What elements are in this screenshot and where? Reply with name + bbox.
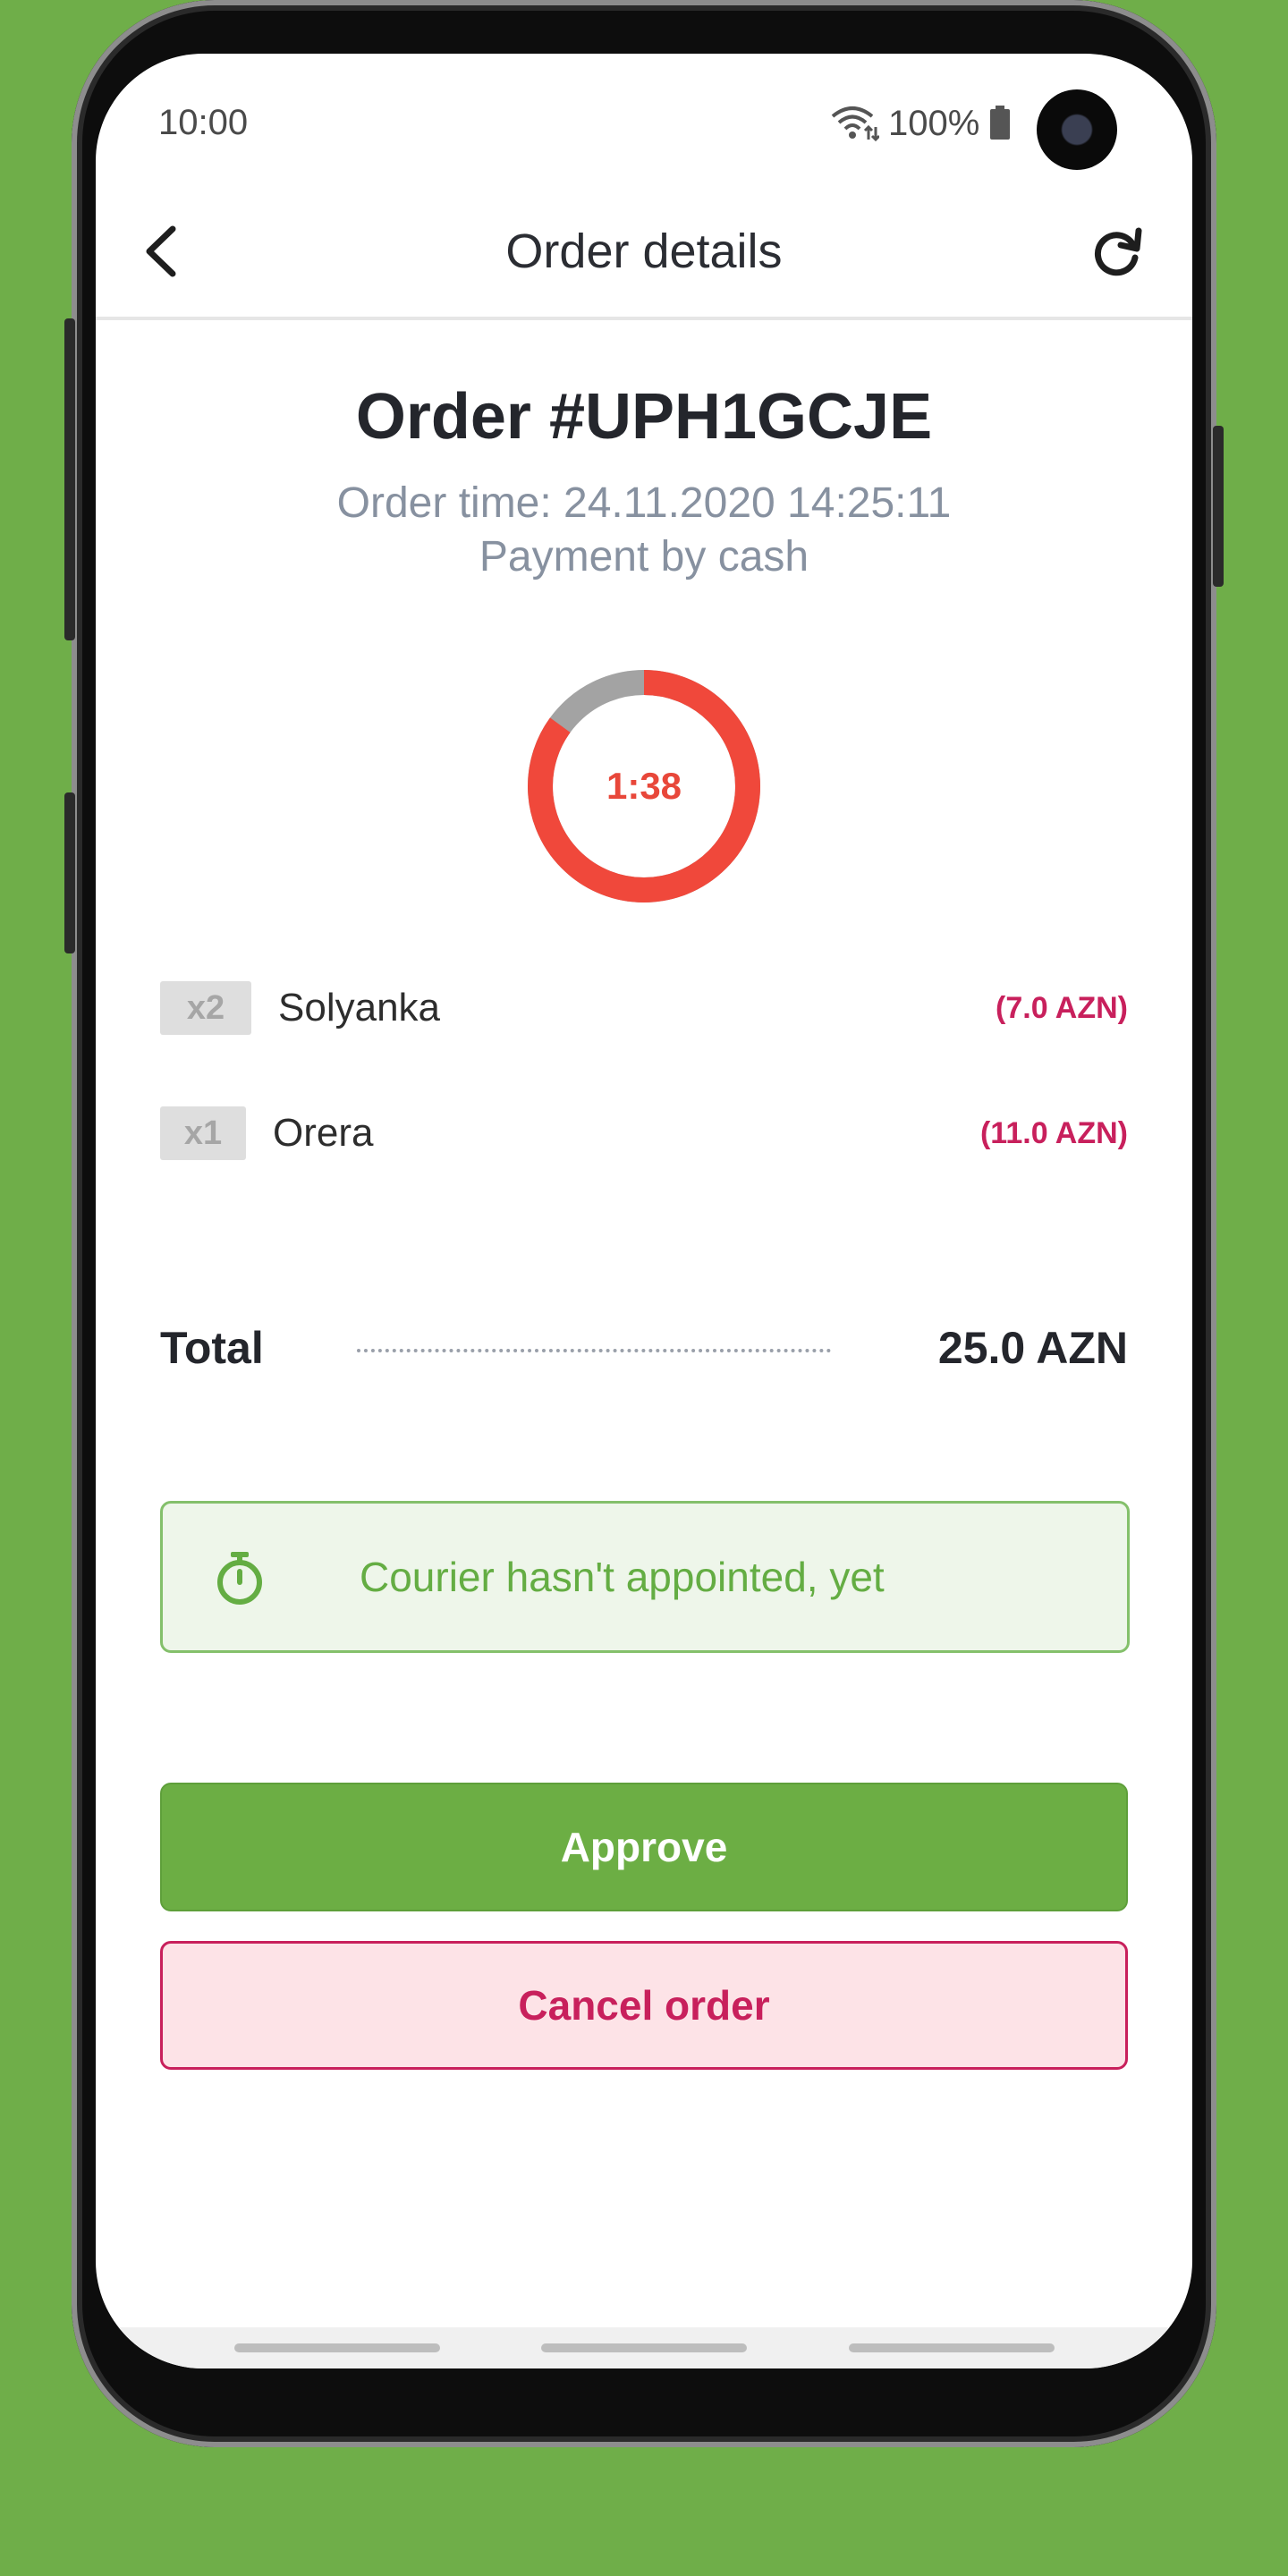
courier-status-text: Courier hasn't appointed, yet — [360, 1554, 885, 1600]
front-camera — [1037, 89, 1117, 170]
item-name: Orera — [273, 1111, 374, 1155]
stopwatch-icon — [217, 1552, 262, 1605]
battery-percentage: 100% — [888, 103, 980, 143]
order-item: x2 Solyanka (7.0 AZN) — [160, 981, 1128, 1035]
courier-status-banner: Courier hasn't appointed, yet — [160, 1501, 1130, 1653]
order-item: x1 Orera (11.0 AZN) — [160, 1106, 1128, 1160]
order-title: Order #UPH1GCJE — [355, 381, 933, 453]
volume-button — [64, 792, 75, 953]
item-name: Solyanka — [278, 986, 441, 1030]
battery-icon — [990, 106, 1011, 140]
page-title: Order details — [505, 225, 783, 278]
system-nav-bar — [96, 2327, 1192, 2368]
status-bar: 10:00 100% — [96, 54, 1192, 188]
total-value: 25.0 AZN — [937, 1323, 1128, 1373]
app-bar: Order details — [96, 188, 1192, 320]
order-total: Total 25.0 AZN — [160, 1317, 1128, 1379]
timer-label: 1:38 — [606, 765, 682, 807]
side-key — [1213, 426, 1224, 587]
app-screen: 10:00 100% Order details Order #UPH1GCJE… — [96, 54, 1192, 2368]
cancel-order-button[interactable]: Cancel order — [160, 1941, 1128, 2070]
countdown-timer: 1:38 — [523, 665, 765, 907]
item-price: (7.0 AZN) — [996, 991, 1128, 1025]
refresh-icon[interactable] — [1087, 224, 1146, 283]
total-label: Total — [160, 1323, 264, 1373]
nav-recents-pill[interactable] — [234, 2343, 440, 2352]
payment-method: Payment by cash — [479, 533, 809, 580]
status-time: 10:00 — [158, 103, 249, 142]
item-quantity-badge: x1 — [160, 1106, 246, 1160]
order-time: Order time: 24.11.2020 14:25:11 — [336, 479, 952, 527]
item-price: (11.0 AZN) — [979, 1116, 1128, 1150]
nav-home-pill[interactable] — [541, 2343, 747, 2352]
item-quantity-badge: x2 — [160, 981, 251, 1035]
nav-back-pill[interactable] — [849, 2343, 1055, 2352]
wifi-icon — [831, 106, 879, 142]
power-button — [64, 318, 75, 640]
approve-button[interactable]: Approve — [160, 1783, 1128, 1911]
total-leader-dots — [357, 1349, 831, 1352]
status-indicators: 100% — [829, 97, 1012, 150]
